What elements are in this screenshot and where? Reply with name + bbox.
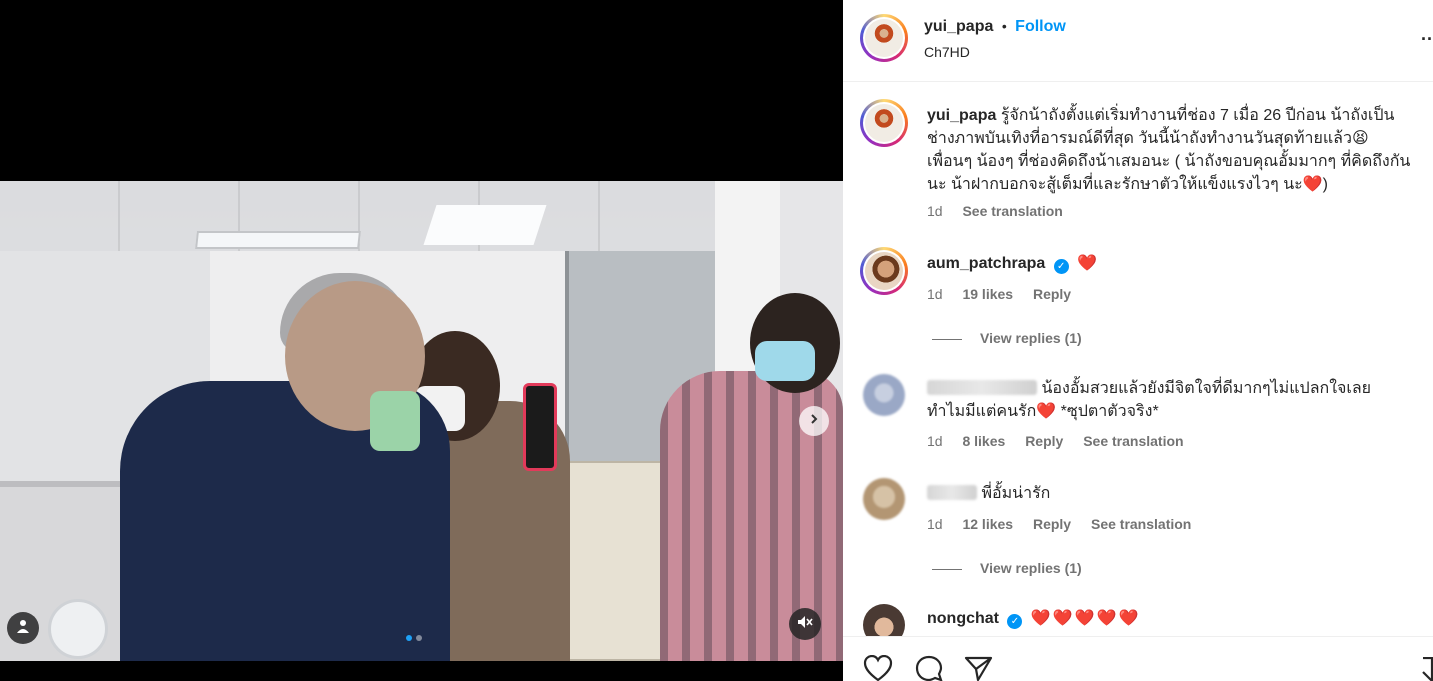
comment-time[interactable]: 1d [927, 286, 943, 302]
next-slide-button[interactable] [799, 406, 829, 436]
caption-see-translation[interactable]: See translation [962, 203, 1062, 219]
caption-line-1: รู้จักน้าถังตั้งแต่เริ่มทำงานที่ช่อง 7 เ… [1000, 107, 1395, 124]
more-icon[interactable]: ... [1421, 24, 1433, 45]
tagged-users-button[interactable] [7, 612, 39, 644]
comment-likes[interactable]: 8 likes [962, 433, 1005, 449]
comment-see-translation[interactable]: See translation [1091, 516, 1191, 532]
comment-avatar[interactable] [860, 247, 908, 295]
caption-username[interactable]: yui_papa [927, 107, 996, 124]
comment-likes[interactable]: 19 likes [962, 286, 1013, 302]
comment-reply-button[interactable]: Reply [1025, 433, 1063, 449]
comment-icon[interactable] [914, 655, 944, 681]
author-avatar[interactable] [860, 14, 908, 62]
comment-reply-button[interactable]: Reply [1033, 516, 1071, 532]
chevron-right-icon [808, 412, 820, 430]
post-header: yui_papa • Follow Ch7HD ... [843, 0, 1433, 82]
mute-button[interactable] [789, 608, 821, 640]
comment-reply-button[interactable]: Reply [1033, 286, 1071, 302]
comment-time[interactable]: 1d [927, 433, 943, 449]
post-video[interactable] [0, 181, 843, 661]
caption-line-2: ช่างภาพบันเทิงที่อารมณ์ดีที่สุด วันนี้น้… [927, 130, 1369, 147]
comment-avatar[interactable] [863, 604, 905, 636]
comment-text: ❤️❤️❤️❤️❤️ [1030, 610, 1141, 627]
mute-icon [796, 613, 814, 636]
slide-dot-1 [406, 635, 412, 641]
caption-time[interactable]: 1d [927, 203, 943, 219]
share-icon[interactable] [964, 655, 994, 681]
comment-text-line-2: ทำไมมีแต่คนรัก❤️ *ซุปตาตัวจริง* [927, 403, 1159, 420]
post-side-panel: yui_papa • Follow Ch7HD ... yui_papa รู้… [843, 0, 1433, 681]
caption-line-3: เพื่อนๆ น้องๆ ที่ช่องคิดถึงน้าเสมอนะ ( น… [927, 153, 1411, 170]
comment-avatar[interactable] [863, 478, 905, 520]
verified-icon: ✓ [1007, 614, 1023, 629]
comment-text-line-1: น้องอั้มสวยแล้วยังมีจิตใจที่ดีมากๆไม่แปล… [1041, 380, 1372, 397]
author-username[interactable]: yui_papa [924, 18, 993, 35]
comment-likes[interactable]: 12 likes [962, 516, 1013, 532]
post-actions [843, 636, 1433, 681]
comment-2: น้องอั้มสวยแล้วยังมีจิตใจที่ดีมากๆไม่แปล… [927, 377, 1433, 423]
caption-line-4: นะ น้าฝากบอกจะสู้เต็มที่และรักษาตัวให้แข… [927, 176, 1328, 193]
comment-text: ❤️ [1077, 255, 1098, 272]
comment-see-translation[interactable]: See translation [1083, 433, 1183, 449]
comment-username[interactable]: nongchat [927, 610, 999, 627]
comment-1: aum_patchrapa ✓ ❤️ [927, 253, 1097, 274]
redacted-username[interactable] [927, 485, 977, 500]
heart-icon[interactable] [863, 654, 893, 681]
comment-3: พี่อั้มน่ารัก [927, 482, 1050, 505]
view-replies-button[interactable]: View replies (1) [932, 560, 1082, 576]
comment-text: พี่อั้มน่ารัก [981, 485, 1051, 502]
caption: yui_papa รู้จักน้าถังตั้งแต่เริ่มทำงานที… [927, 104, 1433, 196]
post-media[interactable] [0, 0, 843, 681]
slide-indicator [406, 635, 422, 641]
verified-icon: ✓ [1053, 259, 1069, 274]
user-tag-icon [15, 618, 31, 639]
comment-avatar[interactable] [863, 374, 905, 416]
follow-button[interactable]: Follow [1015, 18, 1066, 35]
comment-time[interactable]: 1d [927, 516, 943, 532]
separator-dot: • [1001, 18, 1007, 34]
comment-username[interactable]: aum_patchrapa [927, 255, 1045, 272]
view-replies-button[interactable]: View replies (1) [932, 330, 1082, 346]
bookmark-icon[interactable] [1422, 656, 1433, 681]
comment-4: nongchat ✓ ❤️❤️❤️❤️❤️ [927, 608, 1141, 629]
redacted-username[interactable] [927, 380, 1037, 395]
post-location[interactable]: Ch7HD [924, 44, 970, 60]
slide-dot-2 [416, 635, 422, 641]
caption-avatar[interactable] [860, 99, 908, 147]
post-dialog: yui_papa • Follow Ch7HD ... yui_papa รู้… [0, 0, 1433, 681]
